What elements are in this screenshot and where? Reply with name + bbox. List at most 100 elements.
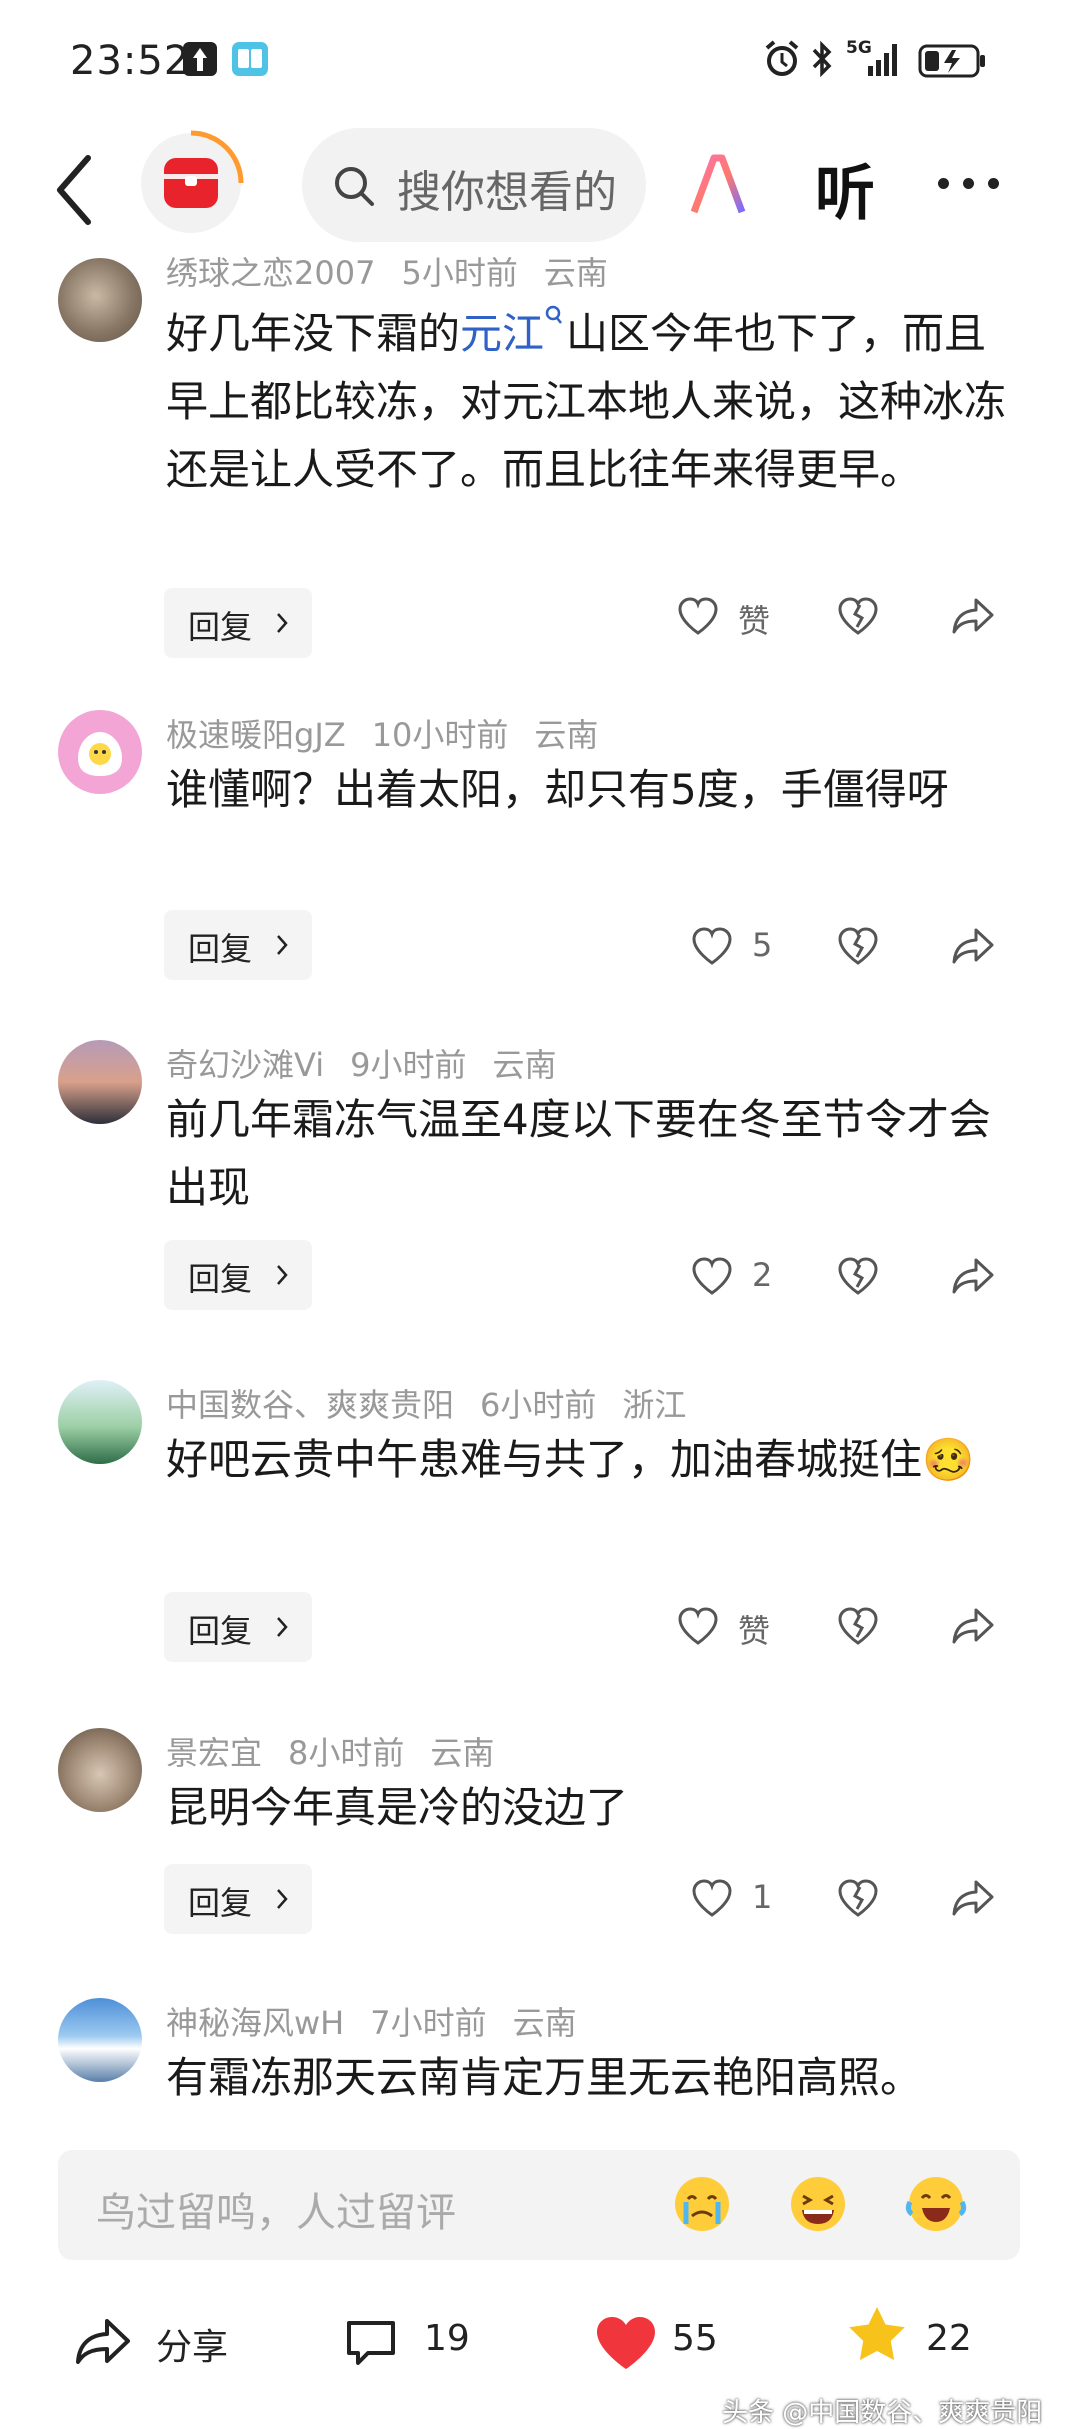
comment-text: 好几年没下霜的元江 山区今年也下了，而且早上都比较冻，对元江本地人来说，这种冰冻还… [166,300,1026,504]
ai-icon [690,154,760,214]
search-icon [335,167,374,206]
chevron-right-icon [277,1617,288,1637]
heart-outline-icon [678,1607,718,1645]
reply-button[interactable]: 回复 [164,1240,312,1310]
book-app-icon [232,42,268,76]
heart-outline-icon [692,1257,732,1295]
like-button[interactable]: 5 [690,926,772,970]
comment-time: 10小时前 [371,716,509,754]
comment-text: 谁懂啊？出着太阳，却只有5度，手僵得呀 [166,765,949,814]
comment-text: 有霜冻那天云南肯定万里无云艳阳高照。 [166,2053,923,2102]
alarm-icon [765,40,799,76]
comment-meta: 绣球之恋2007 5小时前 云南 [166,250,634,294]
back-arrow-icon[interactable] [52,150,96,230]
comment-time: 8小时前 [288,1734,405,1772]
share-button[interactable]: 分享 [74,2312,294,2382]
share-icon[interactable] [950,1606,996,1646]
comment-meta: 奇幻沙滩Vi 9小时前 云南 [166,1040,582,1086]
favorite-button[interactable]: 22 [846,2304,1006,2384]
comment-username[interactable]: 极速暖阳gJZ [166,716,346,754]
5g-signal-icon: 5G [846,38,906,78]
app-logo-icon[interactable] [138,130,244,236]
heart-outline-icon [692,927,732,965]
chevron-right-icon [277,1265,288,1285]
comment-time: 6小时前 [480,1386,597,1424]
comment-location: 云南 [492,1046,557,1084]
comment-location: 云南 [543,254,608,292]
avatar[interactable] [58,710,142,794]
search-small-icon [545,305,563,324]
comment-meta: 极速暖阳gJZ 10小时前 云南 [166,710,624,756]
avatar[interactable] [58,1728,142,1812]
like-button[interactable]: 2 [690,1256,772,1300]
avatar[interactable] [58,258,142,342]
chevron-right-icon [277,1889,288,1909]
comment-username[interactable]: 神秘海风wH [166,2004,344,2042]
dislike-heart-icon[interactable] [836,1256,880,1296]
comment-text: 前几年霜冻气温至4度以下要在冬至节令才会出现 [166,1095,991,1212]
share-icon[interactable] [950,596,996,636]
comment-username[interactable]: 奇幻沙滩Vi [166,1046,324,1084]
dislike-heart-icon[interactable] [836,1606,880,1646]
comment-username[interactable]: 中国数谷、爽爽贵阳 [166,1386,454,1424]
comment-input[interactable]: 鸟过留鸣，人过留评 [58,2150,1020,2260]
heart-filled-icon [597,2317,655,2369]
comment-button[interactable]: 19 [344,2312,504,2382]
crying-emoji[interactable] [670,2172,734,2236]
chevron-right-icon [277,935,288,955]
tears-of-joy-emoji[interactable] [904,2172,968,2236]
comment-location: 云南 [512,2004,577,2042]
like-button[interactable]: 55 [594,2312,754,2382]
avatar[interactable] [58,1040,142,1124]
heart-outline-icon [692,1879,732,1917]
like-button[interactable]: 赞 [676,1606,770,1650]
comment-location: 云南 [534,716,599,754]
dislike-heart-icon[interactable] [836,1878,880,1918]
comment-meta: 中国数谷、爽爽贵阳 6小时前 浙江 [166,1380,712,1426]
dislike-heart-icon[interactable] [836,926,880,966]
comment-text: 好吧云贵中午患难与共了，加油春城挺住🥴 [166,1435,975,1484]
dislike-heart-icon[interactable] [836,596,880,636]
reply-button[interactable]: 回复 [164,1592,312,1662]
comment-input-placeholder: 鸟过留鸣，人过留评 [96,2190,456,2236]
search-bar[interactable]: 搜你想看的 [302,128,646,242]
woozy-face-emoji: 🥴 [922,1435,975,1484]
comment-meta: 景宏宜 8小时前 云南 [166,1728,520,1774]
comment-feed: 绣球之恋2007 5小时前 云南 好几年没下霜的元江 山区今年也下了，而且早上都比较冻… [0,250,1080,2110]
upload-icon [183,42,217,76]
comment-time: 5小时前 [401,254,518,292]
comment-time: 9小时前 [350,1046,467,1084]
chevron-right-icon [277,613,288,633]
reply-button[interactable]: 回复 [164,588,312,658]
reply-button[interactable]: 回复 [164,1864,312,1934]
comment-icon [347,2321,395,2365]
share-icon[interactable] [950,1878,996,1918]
comment-time: 7小时前 [370,2004,487,2042]
heart-outline-icon [678,597,718,635]
reply-button[interactable]: 回复 [164,910,312,980]
comment-location: 云南 [430,1734,495,1772]
comment-meta: 神秘海风wH 7小时前 云南 [166,1998,603,2044]
laughing-emoji[interactable] [786,2172,850,2236]
bluetooth-icon [812,40,832,78]
avatar[interactable] [58,1998,142,2082]
status-time: 23:52 [70,38,191,84]
share-icon[interactable] [950,926,996,966]
comment-location: 浙江 [622,1386,687,1424]
share-icon [76,2319,130,2364]
search-placeholder: 搜你想看的 [397,167,617,218]
like-button[interactable]: 1 [690,1878,772,1922]
watermark: 头条 @中国数谷、爽爽贵阳 [722,2398,1043,2428]
share-icon[interactable] [950,1256,996,1296]
ai-button[interactable]: AI [690,140,770,230]
listen-button[interactable]: 听 [815,145,875,232]
star-filled-icon [849,2307,905,2361]
more-options-icon[interactable] [938,178,1000,190]
avatar[interactable] [58,1380,142,1464]
comment-username[interactable]: 绣球之恋2007 [166,254,375,292]
status-bar: 23:52 5G [0,0,1080,120]
comment-username[interactable]: 景宏宜 [166,1734,262,1772]
like-button[interactable]: 赞 [676,596,770,640]
comment-text: 昆明今年真是冷的没边了 [166,1783,629,1832]
topic-link[interactable]: 元江 [460,305,566,358]
